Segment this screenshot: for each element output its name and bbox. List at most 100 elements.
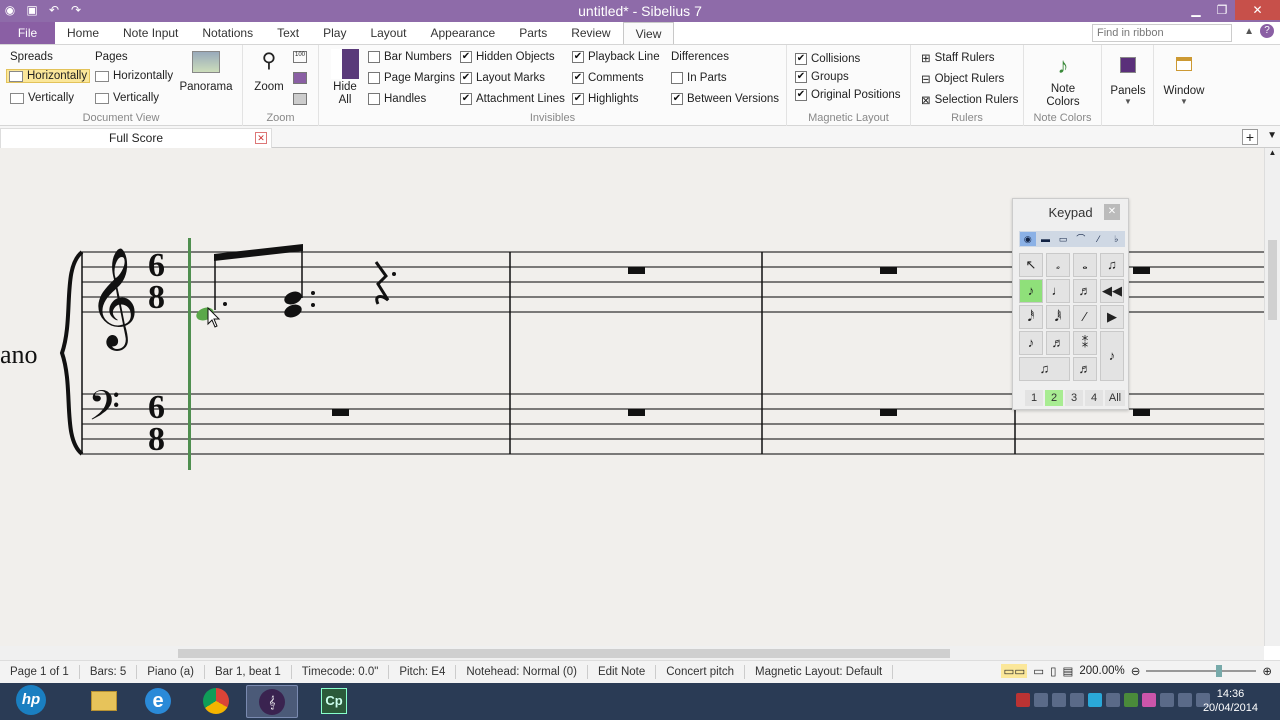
keypad-tab-notes-icon[interactable]: ▬ [1038,232,1054,246]
zoom-out-icon[interactable]: ⊖ [1131,664,1141,678]
tab-layout[interactable]: Layout [358,22,418,44]
keypad-play-icon[interactable]: ▶ [1100,305,1124,329]
keypad-tuplet-icon[interactable]: ♫ [1019,357,1070,381]
keypad-beam-icon[interactable]: ♫ [1100,253,1124,277]
tray-icon[interactable] [1124,693,1138,707]
whole-rest[interactable] [628,409,645,416]
horizontal-scroll-thumb[interactable] [178,649,950,658]
attachment-lines-checkbox[interactable]: ✔ Attachment Lines [460,93,565,105]
layout-marks-checkbox[interactable]: ✔ Layout Marks [460,72,545,84]
keypad-cue-icon[interactable]: ♪ [1100,331,1124,381]
view-panorama-icon[interactable]: ▤ [1062,664,1073,678]
keypad-rewind-icon[interactable]: ◀◀ [1100,279,1124,303]
whole-rest[interactable] [1133,267,1150,274]
whole-rest[interactable] [332,409,349,416]
keypad-tab-articulations-icon[interactable]: ⌒ [1073,232,1089,246]
page-margins-checkbox[interactable]: Page Margins [368,72,455,84]
tray-icon[interactable] [1016,693,1030,707]
tray-icon[interactable] [1070,693,1084,707]
zoom-slider-thumb[interactable] [1216,665,1223,677]
window-button[interactable]: Window ▼ [1160,57,1208,106]
keypad-32nd-note-icon[interactable]: 𝅘𝅥𝅰 [1019,305,1043,329]
zoom-100-icon[interactable]: 100 [293,51,307,63]
tab-appearance[interactable]: Appearance [418,22,507,44]
spreads-horizontally-button[interactable]: Horizontally [6,69,91,83]
tab-parts[interactable]: Parts [507,22,559,44]
keypad-layer-4[interactable]: 4 [1085,390,1103,406]
close-icon[interactable]: ✕ [1235,0,1280,20]
playback-line-checkbox[interactable]: ✔ Playback Line [572,51,660,63]
tab-view[interactable]: View [622,22,675,44]
zoom-slider[interactable] [1146,665,1257,677]
keypad-whole-note-icon[interactable]: 𝅝 [1073,253,1097,277]
tab-text[interactable]: Text [265,22,311,44]
keypad-quarter-note-icon[interactable]: ♩ [1046,279,1070,303]
tab-home[interactable]: Home [55,22,111,44]
keypad-close-icon[interactable]: ✕ [1104,204,1120,220]
pages-horizontally-button[interactable]: Horizontally [95,70,173,82]
panorama-button[interactable]: Panorama [178,51,234,93]
keypad-select-icon[interactable]: ↖ [1019,253,1043,277]
between-versions-checkbox[interactable]: ✔ Between Versions [671,93,779,105]
file-explorer-icon[interactable] [78,685,130,718]
note-colors-button[interactable]: ♪ Note Colors [1038,49,1088,109]
zoom-button[interactable]: ⚲ Zoom [247,49,291,93]
maximize-icon[interactable]: ❐ [1209,0,1235,20]
keypad-layer-1[interactable]: 1 [1025,390,1043,406]
help-icon[interactable]: ? [1260,24,1274,38]
find-in-ribbon-input[interactable]: Find in ribbon [1092,24,1232,42]
minimize-icon[interactable]: ▁ [1183,0,1209,20]
tray-icon[interactable] [1142,693,1156,707]
captivate-icon[interactable]: Cp [308,685,360,718]
scroll-up-icon[interactable]: ▲ [1265,148,1280,157]
zoom-page-icon[interactable] [293,72,307,84]
vertical-scroll-thumb[interactable] [1268,240,1277,320]
new-tab-button[interactable]: + [1242,129,1258,145]
vertical-scrollbar[interactable]: ▲ [1264,148,1280,646]
keypad-tab-accidentals-icon[interactable]: ♭ [1108,232,1124,246]
view-spreads-icon[interactable]: ▭▭ [1001,664,1028,678]
keypad-tremolo-icon[interactable]: ⁄ [1073,305,1097,329]
keypad-tab-common-icon[interactable]: ◉ [1020,232,1036,246]
close-tab-icon[interactable]: ✕ [255,132,267,144]
zoom-in-icon[interactable]: ⊕ [1262,664,1272,678]
horizontal-scrollbar[interactable] [0,646,1264,660]
note-head[interactable] [282,302,303,319]
comments-checkbox[interactable]: ✔ Comments [572,72,644,84]
sibelius-taskbar-icon[interactable]: 𝄞 [246,685,298,718]
chrome-icon[interactable] [190,685,242,718]
whole-rest[interactable] [628,267,645,274]
keypad-grace-icon[interactable]: ♬ [1073,357,1097,381]
keypad-eighth-note-icon[interactable]: ♪ [1019,279,1043,303]
tab-review[interactable]: Review [559,22,622,44]
highlights-checkbox[interactable]: ✔ Highlights [572,93,639,105]
bar-numbers-checkbox[interactable]: Bar Numbers [368,51,452,63]
tray-icon[interactable] [1052,693,1066,707]
panels-button[interactable]: Panels ▼ [1106,57,1150,106]
playback-line[interactable] [188,238,191,470]
hidden-objects-checkbox[interactable]: ✔ Hidden Objects [460,51,555,63]
whole-rest[interactable] [1133,409,1150,416]
keypad-layer-all[interactable]: All [1105,390,1125,406]
keypad-triple-flag-icon[interactable]: ⁑ [1073,331,1097,355]
keypad-tab-tremolo-icon[interactable]: ⁄ [1091,232,1107,246]
keypad-half-note-icon[interactable]: 𝅗 [1046,253,1070,277]
spreads-vertically-button[interactable]: Vertically [10,92,74,104]
keypad-tab-beams-icon[interactable]: ▭ [1055,232,1071,246]
whole-rest[interactable] [880,409,897,416]
whole-rest[interactable] [880,267,897,274]
in-parts-checkbox[interactable]: In Parts [671,72,727,84]
tray-icon[interactable] [1106,693,1120,707]
internet-explorer-icon[interactable]: e [132,685,184,718]
keypad-layer-2[interactable]: 2 [1045,390,1063,406]
object-rulers-button[interactable]: ⊟ Object Rulers [921,72,1004,86]
quarter-rest[interactable] [374,261,390,305]
collapse-ribbon-icon[interactable]: ▲ [1244,26,1254,37]
view-pages-icon[interactable]: ▭ [1033,664,1044,678]
keypad-flag-icon[interactable]: ♪ [1019,331,1043,355]
staff-rulers-button[interactable]: ⊞ Staff Rulers [921,51,995,65]
hp-logo-icon[interactable]: hp [16,685,66,718]
tray-icon[interactable] [1034,693,1048,707]
collisions-checkbox[interactable]: ✔ Collisions [795,53,860,65]
keypad-sixteenth-note-icon[interactable]: ♬ [1073,279,1097,303]
